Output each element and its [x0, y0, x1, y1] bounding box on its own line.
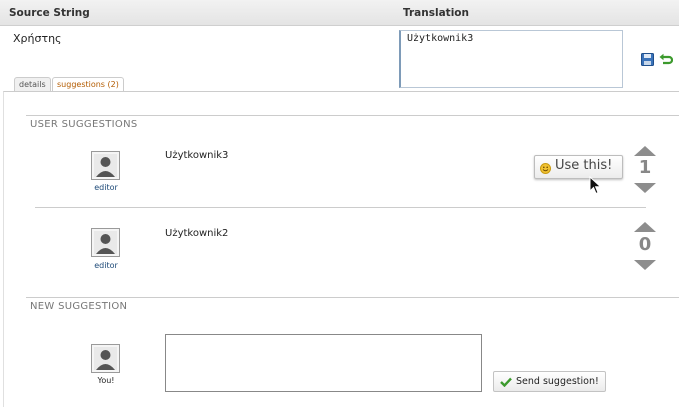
- save-icon[interactable]: [641, 53, 654, 66]
- vote-down-icon[interactable]: [634, 260, 656, 270]
- vote-score: 0: [638, 234, 652, 255]
- translation-field[interactable]: Użytkownik3: [399, 30, 623, 88]
- divider: [35, 207, 646, 208]
- new-suggestion-title: NEW SUGGESTION: [30, 301, 128, 312]
- table-header: Source String Translation: [0, 0, 679, 26]
- vote-up-icon[interactable]: [634, 146, 656, 156]
- source-string-header: Source String: [9, 7, 90, 19]
- user-suggestions-title: USER SUGGESTIONS: [30, 119, 138, 130]
- divider: [26, 115, 679, 116]
- revert-icon[interactable]: [659, 53, 673, 66]
- user-icon: [94, 231, 117, 254]
- divider: [26, 297, 679, 298]
- vote-up-icon[interactable]: [634, 222, 656, 232]
- avatar: [91, 228, 120, 257]
- smiley-icon: [540, 163, 551, 174]
- suggestion-text: Użytkownik3: [165, 150, 229, 161]
- suggestion-user-link[interactable]: editor: [86, 261, 126, 270]
- vote-down-icon[interactable]: [634, 183, 656, 193]
- user-icon: [94, 347, 117, 370]
- send-suggestion-button[interactable]: Send suggestion!: [493, 371, 606, 392]
- send-suggestion-label: Send suggestion!: [516, 376, 599, 387]
- use-this-label: Use this!: [555, 158, 613, 173]
- use-this-button[interactable]: Use this!: [534, 155, 623, 179]
- vote-score: 1: [638, 157, 652, 178]
- translation-header: Translation: [403, 7, 469, 19]
- check-icon: [500, 377, 512, 387]
- user-icon: [94, 154, 117, 177]
- mouse-cursor-icon: [589, 176, 602, 195]
- tab-details[interactable]: details: [14, 77, 51, 92]
- source-string-text: Χρήστης: [13, 32, 62, 45]
- avatar: [91, 344, 120, 373]
- current-user-label: You!: [97, 376, 115, 385]
- avatar: [91, 151, 120, 180]
- new-suggestion-textarea[interactable]: [165, 334, 482, 392]
- suggestion-user-link[interactable]: editor: [86, 183, 126, 192]
- suggestion-text: Użytkownik2: [165, 228, 229, 239]
